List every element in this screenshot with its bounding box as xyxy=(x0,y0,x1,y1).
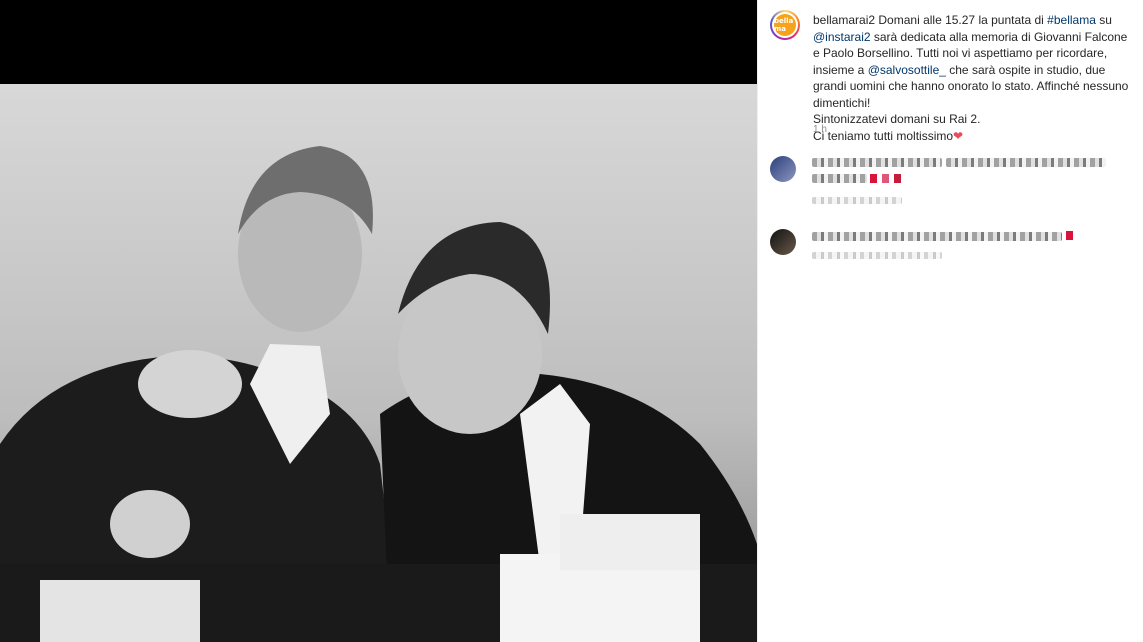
comment-1-meta-redacted xyxy=(812,197,902,204)
post-caption: bellamarai2 Domani alle 15.27 la puntata… xyxy=(813,12,1133,144)
avatar-logo: bella ma xyxy=(774,14,796,36)
post-media[interactable] xyxy=(0,0,757,642)
hashtag-link[interactable]: #bellama xyxy=(1047,13,1096,27)
post-timestamp[interactable]: 1 h xyxy=(813,124,827,135)
post-detail-panel: bella ma bellamarai2 Domani alle 15.27 l… xyxy=(757,0,1143,642)
photo-illustration xyxy=(0,84,757,642)
post-photo xyxy=(0,84,757,642)
comment-2-avatar[interactable] xyxy=(770,229,796,255)
comment-1-emoji-3 xyxy=(894,174,901,183)
comment-1-text-redacted xyxy=(812,158,942,167)
author-avatar[interactable]: bella ma xyxy=(770,10,800,40)
comment-2-text-redacted xyxy=(812,232,1062,241)
author-username[interactable]: bellamarai2 xyxy=(813,13,875,27)
comment-1-text-redacted-3 xyxy=(812,174,867,183)
caption-text-intro: Domani alle 15.27 la puntata di xyxy=(875,13,1048,27)
heart-emoji: ❤ xyxy=(953,128,964,143)
mention-link-salvosottile[interactable]: @salvosottile_ xyxy=(868,63,946,77)
comment-1-text-redacted-2 xyxy=(946,158,1106,167)
comment-2-meta-redacted xyxy=(812,252,942,259)
caption-text-su: su xyxy=(1095,13,1112,27)
comment-1-emoji-2 xyxy=(882,174,889,183)
comment-1-emoji xyxy=(870,174,877,183)
mention-link-instarai2[interactable]: @instarai2 xyxy=(813,30,871,44)
comment-1-avatar[interactable] xyxy=(770,156,796,182)
comment-2-emoji xyxy=(1066,231,1073,240)
